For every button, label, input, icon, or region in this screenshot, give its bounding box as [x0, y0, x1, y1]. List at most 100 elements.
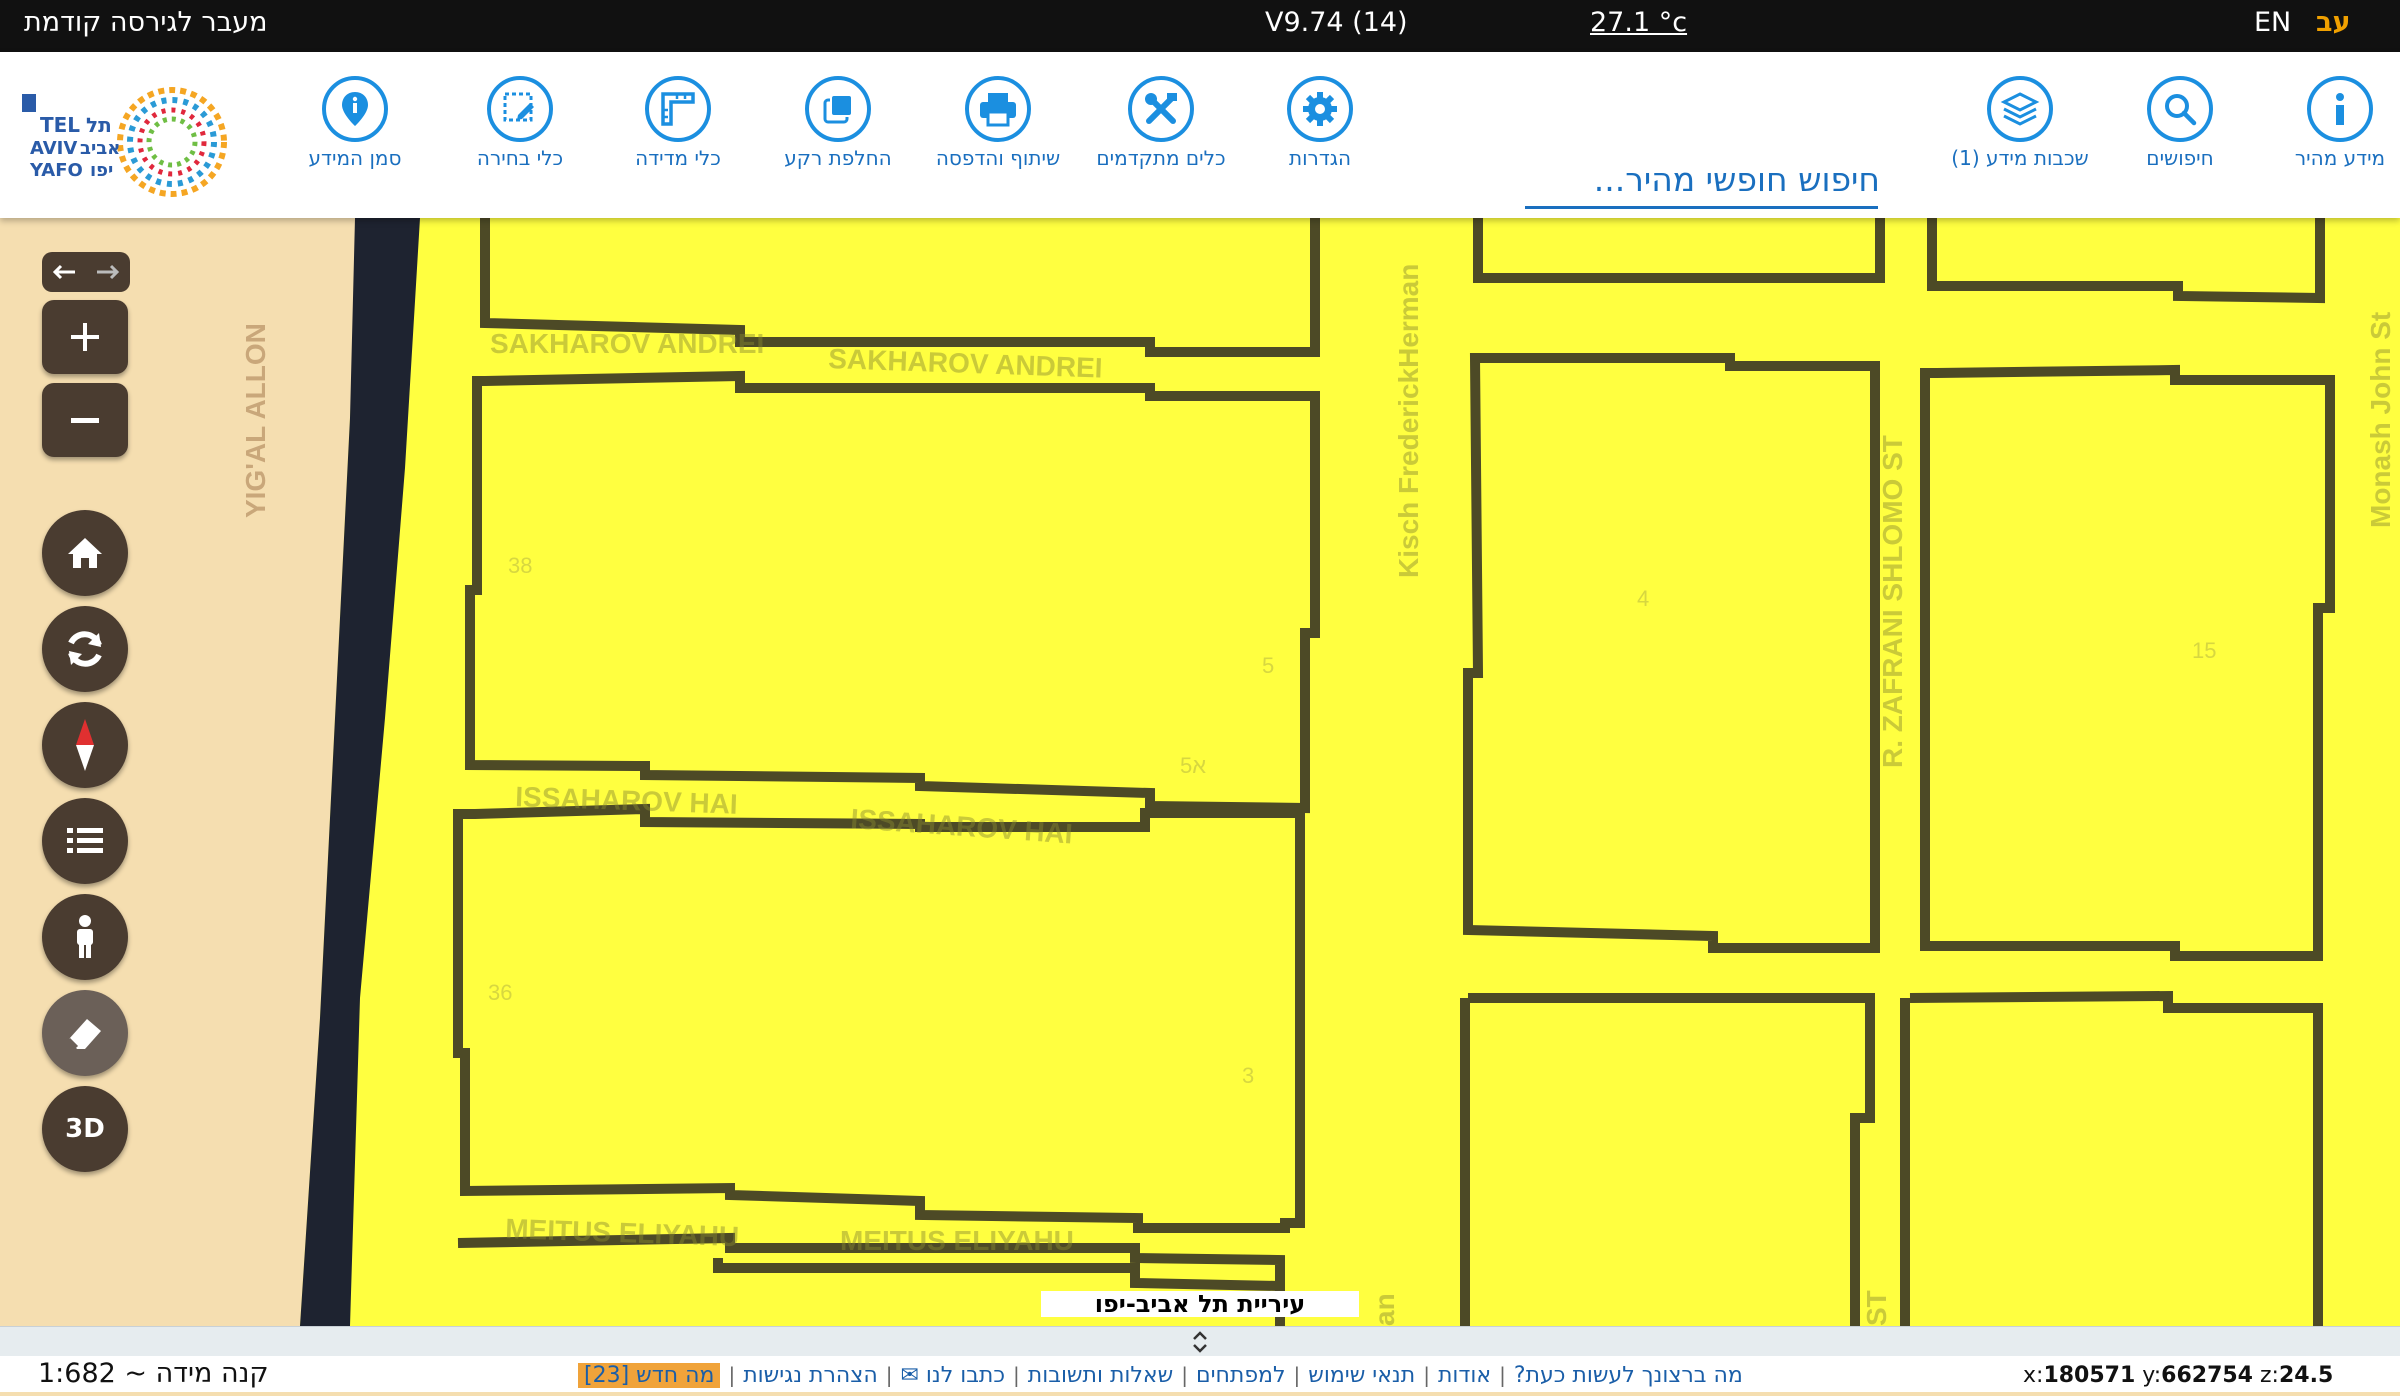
map-canvas[interactable]: SAKHAROV ANDREI SAKHAROV ANDREI ISSAHARO…	[0, 218, 2400, 1326]
main-toolbar: TEL תל AVIV אביב YAFO יפו סמן המידע כלי …	[0, 52, 2400, 218]
tool-label: כלי מדידה	[635, 146, 721, 170]
emblem-icon	[22, 94, 36, 112]
footer-link-terms[interactable]: תנאי שימוש	[1308, 1363, 1415, 1388]
coord-x-value: 180571	[2043, 1363, 2136, 1388]
3d-view-button[interactable]: 3D	[42, 1086, 128, 1172]
eraser-icon	[67, 1019, 101, 1049]
minus-icon	[71, 418, 99, 423]
lang-en-button[interactable]: EN	[2254, 0, 2291, 52]
footer-link-contact[interactable]: כתבו לנו ✉	[900, 1363, 1005, 1388]
parcel-number: 5	[1262, 653, 1274, 678]
refresh-button[interactable]	[42, 606, 128, 692]
refresh-icon	[68, 631, 102, 667]
info-layers-button[interactable]: שכבות מידע (1)	[1945, 76, 2095, 171]
ruler-icon	[645, 76, 711, 142]
lang-he-button[interactable]: עב	[2316, 0, 2350, 52]
list-icon	[67, 828, 103, 853]
compass-button[interactable]	[42, 702, 128, 788]
street-label: R. ZAFRANI SHLOMO ST	[1877, 435, 1908, 768]
plus-icon	[71, 323, 99, 351]
svg-text:תל: תל	[86, 113, 112, 137]
tel-aviv-logo[interactable]: TEL תל AVIV אביב YAFO יפו	[20, 76, 250, 204]
expand-chevrons-icon	[1193, 1331, 1207, 1353]
measure-tool-button[interactable]: כלי מדידה	[603, 76, 753, 171]
footer-link-about[interactable]: אודות	[1438, 1363, 1491, 1388]
parcel-number: 5א	[1180, 753, 1206, 778]
searches-button[interactable]: חיפושים	[2105, 76, 2255, 171]
coordinates-readout: x:180571 y:662754 z:24.5	[2023, 1356, 2333, 1396]
home-button[interactable]	[42, 510, 128, 596]
tool-label: חיפושים	[2146, 146, 2214, 170]
city-attribution-label: עיריית תל אביב-יפו	[1041, 1291, 1359, 1317]
info-icon	[2307, 76, 2373, 142]
tool-label: שכבות מידע (1)	[1951, 146, 2089, 170]
map-layer: SAKHAROV ANDREI SAKHAROV ANDREI ISSAHARO…	[0, 218, 2400, 1326]
eraser-button[interactable]	[42, 990, 128, 1076]
svg-text:YAFO: YAFO	[29, 160, 83, 181]
switch-background-button[interactable]: החלפת רקע	[763, 76, 913, 171]
whats-new-badge[interactable]: מה חדש [23]	[578, 1362, 721, 1388]
logo-burst-icon	[117, 87, 227, 197]
coord-z-label: z:	[2260, 1363, 2279, 1388]
footer-link-what-to-do[interactable]: מה ברצונך לעשות כעת?	[1514, 1363, 1743, 1388]
footer-links: מה ברצונך לעשות כעת? | אודות | תנאי שימוש |…	[578, 1360, 1743, 1390]
tool-label: החלפת רקע	[784, 146, 892, 170]
info-marker-tool-button[interactable]: סמן המידע	[280, 76, 430, 171]
street-label: ST	[1861, 1290, 1892, 1326]
legend-list-button[interactable]	[42, 798, 128, 884]
footer-link-faq[interactable]: שאלות ותשובות	[1028, 1363, 1173, 1388]
parcel-number: 4	[1637, 586, 1649, 611]
gear-icon	[1287, 76, 1353, 142]
map-marker-info-icon	[322, 76, 388, 142]
coord-x-label: x:	[2023, 1363, 2044, 1388]
street-view-button[interactable]	[42, 894, 128, 980]
tool-label: כלי בחירה	[476, 146, 564, 170]
logo-text: TEL	[40, 113, 80, 137]
tool-label: מידע מהיר	[2294, 146, 2386, 170]
street-label: MEITUS ELIYAHU	[840, 1225, 1074, 1256]
search-icon	[2147, 76, 2213, 142]
quick-search-input[interactable]	[1525, 154, 1882, 204]
street-label: Kisch FrederickHerman	[1393, 264, 1424, 578]
selection-tool-button[interactable]: כלי בחירה	[445, 76, 595, 171]
street-label: an	[1369, 1293, 1400, 1326]
footer-link-developers[interactable]: למפתחים	[1196, 1363, 1286, 1388]
layers-icon	[1987, 76, 2053, 142]
pan-right-arrow-icon[interactable]	[86, 252, 130, 292]
parcel-number: 36	[488, 980, 512, 1005]
pan-arrows	[42, 252, 130, 292]
coord-z-value: 24.5	[2278, 1363, 2334, 1388]
street-label: Monash John St	[2365, 312, 2396, 528]
coord-y-label: y:	[2142, 1363, 2162, 1388]
quick-info-button[interactable]: מידע מהיר	[2265, 76, 2400, 171]
share-print-button[interactable]: שיתוף והדפסה	[923, 76, 1073, 171]
quick-search-box	[1525, 154, 1882, 209]
previous-version-link[interactable]: מעבר לגירסה קודמת	[24, 0, 268, 52]
panel-resize-handle[interactable]	[0, 1326, 2400, 1357]
street-label: YIG'AL ALLON	[240, 323, 271, 518]
parcel-number: 38	[508, 553, 532, 578]
svg-text:אביב: אביב	[80, 138, 120, 159]
svg-text:AVIV: AVIV	[30, 138, 77, 159]
bottom-status-bar: 1:682 ~ קנה מידה מה ברצונך לעשות כעת? | א…	[0, 1356, 2400, 1392]
svg-text:יפו: יפו	[90, 160, 113, 181]
zoom-out-button[interactable]	[42, 383, 128, 457]
tools-icon	[1128, 76, 1194, 142]
footer-link-accessibility[interactable]: הצהרת נגישות	[743, 1363, 878, 1388]
temperature-link[interactable]: 27.1 °c	[1590, 0, 1687, 52]
coord-y-value: 662754	[2161, 1363, 2253, 1388]
parcel-number: 15	[2192, 638, 2216, 663]
settings-button[interactable]: הגדרות	[1245, 76, 1395, 171]
pan-left-arrow-icon[interactable]	[42, 252, 86, 292]
version-label: V9.74 (14)	[1265, 7, 1408, 38]
map-scale-label: 1:682 ~ קנה מידה	[38, 1358, 269, 1389]
zoom-in-button[interactable]	[42, 300, 128, 374]
street-label: SAKHAROV ANDREI	[490, 328, 764, 359]
top-bar: מעבר לגירסה קודמת V9.74 (14) 27.1 °c EN …	[0, 0, 2400, 52]
advanced-tools-button[interactable]: כלים מתקדמים	[1086, 76, 1236, 171]
parcel-number: 3	[1242, 1063, 1254, 1088]
home-icon	[68, 538, 102, 568]
tool-label: סמן המידע	[308, 146, 402, 170]
tool-label: שיתוף והדפסה	[935, 146, 1061, 170]
printer-icon	[965, 76, 1031, 142]
